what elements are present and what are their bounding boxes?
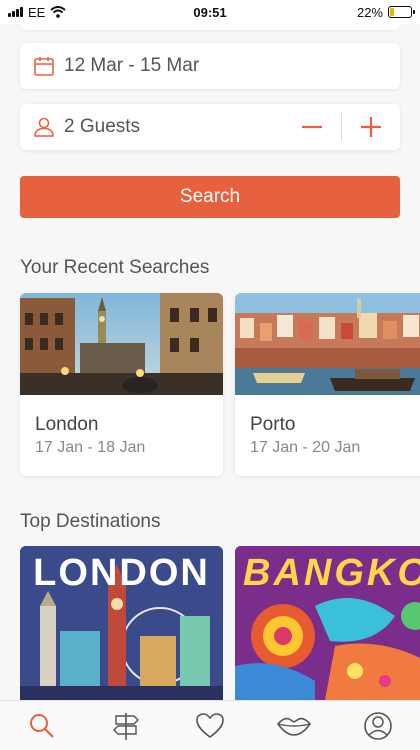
battery-fill bbox=[390, 8, 395, 16]
recent-city-porto: Porto bbox=[250, 414, 296, 435]
guests-value: 2 Guests bbox=[64, 116, 141, 137]
previous-field-edge bbox=[20, 24, 400, 30]
recent-city-london: London bbox=[35, 414, 99, 435]
porto-photo bbox=[235, 293, 420, 395]
tab-kisses[interactable] bbox=[264, 701, 324, 750]
poster-title-bangkok: BANGKOK bbox=[243, 552, 420, 594]
signal-icon bbox=[8, 7, 23, 17]
signpost-icon bbox=[113, 712, 139, 740]
status-bar: EE 09:51 22% bbox=[0, 0, 420, 24]
london-photo bbox=[20, 293, 223, 395]
increase-guests-button[interactable] bbox=[342, 104, 400, 150]
tab-profile[interactable] bbox=[348, 701, 408, 750]
carrier-label: EE bbox=[28, 4, 46, 20]
tab-bar bbox=[0, 700, 420, 750]
date-range-field[interactable]: 12 Mar - 15 Mar bbox=[20, 43, 400, 89]
guests-stepper bbox=[283, 104, 400, 150]
plus-icon bbox=[361, 117, 381, 137]
battery-percent: 22% bbox=[356, 4, 383, 20]
tab-search[interactable] bbox=[12, 701, 72, 750]
top-destinations-title: Top Destinations bbox=[20, 511, 161, 532]
recent-search-card-london[interactable]: London 17 Jan - 18 Jan bbox=[20, 293, 223, 476]
guests-field[interactable]: 2 Guests bbox=[20, 104, 400, 150]
heart-icon bbox=[196, 712, 224, 738]
minus-icon bbox=[302, 125, 322, 129]
recent-searches-title: Your Recent Searches bbox=[20, 257, 210, 278]
recent-dates-london: 17 Jan - 18 Jan bbox=[35, 439, 146, 456]
battery-icon bbox=[388, 6, 415, 18]
destination-poster-bangkok[interactable]: BANGKOK bbox=[235, 546, 420, 700]
poster-title-london: LONDON bbox=[33, 552, 210, 594]
tab-destinations[interactable] bbox=[96, 701, 156, 750]
status-right: 22% bbox=[356, 4, 415, 20]
person-icon bbox=[32, 115, 56, 139]
search-button[interactable]: Search bbox=[20, 176, 400, 218]
date-range-value: 12 Mar - 15 Mar bbox=[64, 55, 200, 76]
recent-dates-porto: 17 Jan - 20 Jan bbox=[250, 439, 361, 456]
destination-poster-london[interactable]: LONDON bbox=[20, 546, 223, 700]
lips-icon bbox=[276, 717, 312, 736]
status-left: EE bbox=[8, 5, 66, 20]
tab-favourites[interactable] bbox=[180, 701, 240, 750]
calendar-icon bbox=[32, 54, 56, 78]
recent-search-card-porto[interactable]: Porto 17 Jan - 20 Jan bbox=[235, 293, 420, 476]
search-icon bbox=[30, 713, 54, 738]
decrease-guests-button[interactable] bbox=[283, 104, 341, 150]
profile-icon bbox=[364, 711, 392, 740]
wifi-icon bbox=[50, 6, 66, 18]
